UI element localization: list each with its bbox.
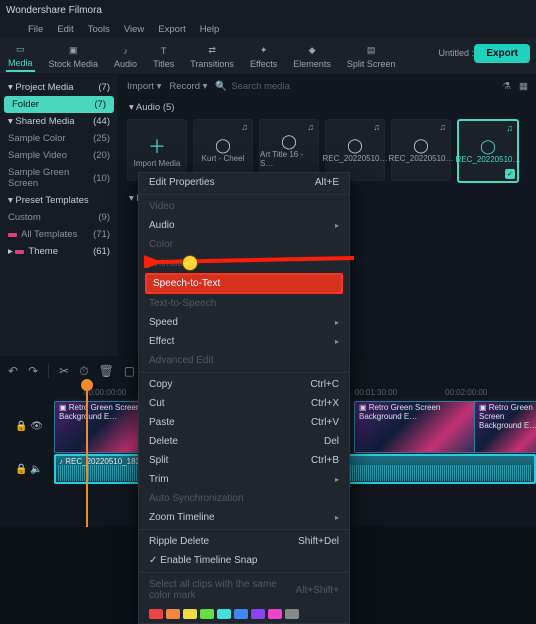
- audio-section[interactable]: ▾ Audio (5): [119, 98, 536, 117]
- import-dropdown[interactable]: Import ▾: [127, 81, 161, 92]
- content-toolbar: Import ▾ Record ▾ 🔍 Search media ⚗ ▦: [119, 75, 536, 98]
- ctx-animation: Animation: [139, 254, 349, 273]
- context-menu: Edit PropertiesAlt+E Video Audio Color A…: [138, 172, 350, 624]
- ctx-ripple-delete[interactable]: Ripple DeleteShift+Del: [139, 532, 349, 551]
- transitions-icon: ⇄: [205, 44, 219, 58]
- sidebar-sample-color[interactable]: Sample Color(25): [0, 130, 118, 147]
- redo-icon[interactable]: ↷: [28, 364, 38, 378]
- view-icon[interactable]: ▦: [519, 81, 528, 92]
- ctx-paste[interactable]: PasteCtrl+V: [139, 413, 349, 432]
- playhead[interactable]: [86, 385, 88, 527]
- ctx-delete[interactable]: DeleteDel: [139, 432, 349, 451]
- ctx-split[interactable]: SplitCtrl+B: [139, 451, 349, 470]
- ctx-effect[interactable]: Effect: [139, 332, 349, 351]
- speed-icon[interactable]: ⏱: [79, 364, 88, 379]
- audio-icon: ♪: [119, 44, 133, 58]
- ctx-audio[interactable]: Audio: [139, 216, 349, 235]
- sidebar-folder[interactable]: Folder(7): [4, 96, 114, 113]
- ctx-cut[interactable]: CutCtrl+X: [139, 394, 349, 413]
- track-audio-head[interactable]: 🔒 🔈: [4, 453, 54, 485]
- sidebar: ▾ Project Media(7) Folder(7) ▾ Shared Me…: [0, 75, 119, 358]
- menubar: File Edit Tools View Export Help: [0, 20, 536, 38]
- ctx-text-to-speech: Text-to-Speech: [139, 294, 349, 313]
- audio-card-5[interactable]: ♫◯✓REC_20220510…: [457, 119, 519, 183]
- search-input[interactable]: 🔍 Search media: [215, 81, 494, 92]
- menu-tools[interactable]: Tools: [88, 24, 110, 35]
- sidebar-project-media[interactable]: ▾ Project Media(7): [0, 79, 118, 96]
- audio-card-4[interactable]: ♫◯REC_20220510…: [391, 119, 451, 181]
- tab-transitions[interactable]: ⇄Transitions: [188, 42, 236, 71]
- color-mark-row[interactable]: [139, 605, 349, 623]
- filter-icon[interactable]: ⚗: [502, 81, 511, 92]
- sidebar-all-templates[interactable]: All Templates(71): [0, 226, 118, 243]
- titles-icon: T: [157, 44, 171, 58]
- media-icon: ▭: [13, 43, 27, 57]
- export-button[interactable]: Export: [474, 44, 530, 63]
- menu-help[interactable]: Help: [200, 24, 220, 35]
- undo-icon[interactable]: ↶: [8, 364, 18, 378]
- crop-icon[interactable]: ▢: [124, 364, 135, 378]
- tab-audio[interactable]: ♪Audio: [112, 42, 139, 71]
- sidebar-custom[interactable]: Custom(9): [0, 209, 118, 226]
- ctx-zoom-timeline[interactable]: Zoom Timeline: [139, 508, 349, 527]
- tab-split-screen[interactable]: ▤Split Screen: [345, 42, 398, 71]
- titlebar: Wondershare Filmora: [0, 0, 536, 20]
- tab-stock-media[interactable]: ▣Stock Media: [47, 42, 101, 71]
- track-video-head[interactable]: 🔒 👁: [4, 399, 54, 453]
- sidebar-shared-media[interactable]: ▾ Shared Media(44): [0, 113, 118, 130]
- ctx-enable-snap[interactable]: ✓ Enable Timeline Snap: [139, 551, 349, 570]
- ctx-video: Video: [139, 197, 349, 216]
- ctx-speech-to-text[interactable]: Speech-to-Text: [145, 273, 343, 294]
- ctx-trim[interactable]: Trim: [139, 470, 349, 489]
- effects-icon: ✦: [257, 44, 271, 58]
- menu-export[interactable]: Export: [158, 24, 185, 35]
- ctx-copy[interactable]: CopyCtrl+C: [139, 375, 349, 394]
- cut-icon[interactable]: ✂: [59, 364, 69, 378]
- menu-edit[interactable]: Edit: [57, 24, 73, 35]
- ctx-autosync: Auto Synchronization: [139, 489, 349, 508]
- tab-effects[interactable]: ✦Effects: [248, 42, 279, 71]
- sidebar-theme[interactable]: ▸ Theme(61): [0, 243, 118, 260]
- cursor-icon: [182, 255, 198, 271]
- check-icon: ✓: [505, 169, 515, 179]
- ctx-color-mark: Select all clips with the same color mar…: [139, 575, 349, 605]
- menu-file[interactable]: File: [28, 24, 43, 35]
- delete-icon[interactable]: 🗑: [99, 364, 114, 378]
- video-clip-3[interactable]: ▣ Retro Green Screen Background E…: [474, 401, 536, 453]
- sidebar-sample-green[interactable]: Sample Green Screen(10): [0, 164, 118, 192]
- tab-media[interactable]: ▭Media: [6, 41, 35, 72]
- sidebar-preset-templates[interactable]: ▾ Preset Templates: [0, 192, 118, 209]
- split-icon: ▤: [364, 44, 378, 58]
- record-dropdown[interactable]: Record ▾: [169, 81, 207, 92]
- ctx-advanced-edit: Advanced Edit: [139, 351, 349, 370]
- top-tabs: ▭Media ▣Stock Media ♪Audio TTitles ⇄Tran…: [0, 38, 536, 75]
- stock-icon: ▣: [66, 44, 80, 58]
- ctx-speed[interactable]: Speed: [139, 313, 349, 332]
- tab-titles[interactable]: TTitles: [151, 42, 176, 71]
- project-title: Untitled :: [438, 48, 474, 58]
- app-title: Wondershare Filmora: [6, 5, 102, 16]
- elements-icon: ◆: [305, 44, 319, 58]
- sidebar-sample-video[interactable]: Sample Video(20): [0, 147, 118, 164]
- menu-view[interactable]: View: [124, 24, 144, 35]
- ctx-edit-properties[interactable]: Edit PropertiesAlt+E: [139, 173, 349, 192]
- ctx-color: Color: [139, 235, 349, 254]
- tab-elements[interactable]: ◆Elements: [291, 42, 333, 71]
- video-clip-2[interactable]: ▣ Retro Green Screen Background E…: [354, 401, 480, 453]
